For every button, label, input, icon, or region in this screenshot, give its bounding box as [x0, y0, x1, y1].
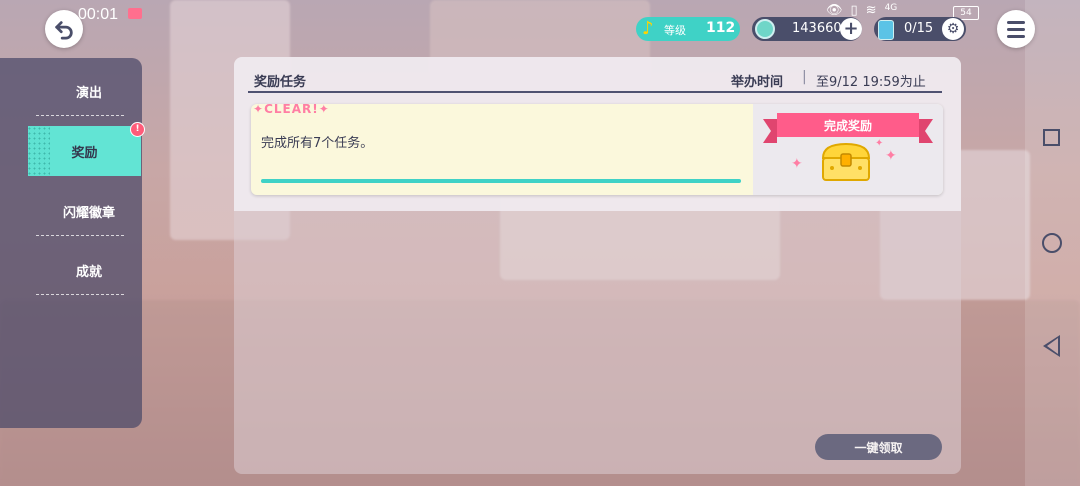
- music-note-icon: ♪: [642, 18, 654, 39]
- main-panel: 奖励任务 举办时间 | 至9/12 19:59为止 ✦CLEAR!✦ 完成所有7…: [234, 57, 961, 474]
- system-back-icon[interactable]: [1043, 335, 1060, 357]
- period-label: 举办时间: [731, 75, 784, 90]
- treasure-chest-icon: [821, 142, 871, 181]
- sparkle-icon: ✦: [875, 138, 884, 149]
- eye-icon: 👁: [826, 3, 843, 18]
- sidebar-item-shine-badge[interactable]: 闪耀徽章: [36, 186, 142, 236]
- period-value: 至9/12 19:59为止: [816, 75, 926, 90]
- settings-gear-icon[interactable]: ⚙: [942, 18, 964, 40]
- title-underline: [248, 91, 942, 93]
- menu-line: [1007, 34, 1025, 38]
- progress-bar: [261, 179, 741, 183]
- sidebar-item-label: 闪耀徽章: [62, 205, 115, 221]
- energy-icon: [878, 20, 894, 40]
- status-time: 00:01: [78, 6, 119, 23]
- sidebar-item-label: 成就: [75, 264, 102, 280]
- sparkle-icon: ✦: [791, 156, 803, 172]
- gem-icon: [755, 19, 775, 39]
- energy-value: 0/15: [904, 21, 934, 36]
- sidebar-item-label: 演出: [75, 85, 102, 101]
- recent-apps-icon[interactable]: [1043, 129, 1060, 146]
- currency-display: 143660 +: [752, 17, 862, 41]
- reward-area: 完成奖励 ✦ ✦ ✦: [753, 104, 943, 195]
- sidebar-item-achievements[interactable]: 成就: [36, 245, 142, 295]
- alert-badge: !: [130, 122, 145, 137]
- currency-value: 143660: [792, 21, 842, 36]
- sparkle-icon: ✦: [318, 104, 330, 116]
- sparkle-icon: ✦: [885, 148, 897, 164]
- sidebar-item-performance[interactable]: 演出: [36, 66, 142, 116]
- wifi-icon: ≋: [865, 3, 877, 18]
- panel-title: 奖励任务: [254, 75, 307, 90]
- claim-all-button[interactable]: 一键领取: [815, 434, 942, 460]
- clear-label: ✦CLEAR!✦: [253, 104, 330, 116]
- clear-text: CLEAR!: [264, 104, 319, 116]
- sidebar-item-rewards[interactable]: 奖励 !: [28, 122, 145, 176]
- menu-line: [1007, 27, 1025, 31]
- level-label: 等级: [664, 24, 686, 37]
- sidebar-item-label: 奖励: [71, 145, 98, 161]
- progress-fill: [261, 179, 741, 183]
- menu-line: [1007, 20, 1025, 24]
- divider: |: [802, 69, 807, 85]
- level-value: 112: [706, 20, 736, 36]
- home-icon[interactable]: [1042, 233, 1062, 253]
- back-arrow-icon: [55, 21, 73, 40]
- level-display: ♪ 等级 112: [636, 17, 740, 41]
- mission-card[interactable]: ✦CLEAR!✦ 完成所有7个任务。 完成奖励 ✦ ✦ ✦: [251, 104, 943, 195]
- reward-ribbon: 完成奖励: [763, 113, 933, 143]
- notification-icon: [128, 8, 142, 19]
- add-currency-button[interactable]: +: [840, 18, 862, 40]
- mission-description: 完成所有7个任务。: [261, 136, 374, 151]
- signal-label: 4G: [884, 3, 898, 13]
- vibrate-icon: ▯: [850, 3, 858, 18]
- energy-display: 0/15 ⚙: [874, 17, 966, 41]
- sparkle-icon: ✦: [253, 104, 265, 116]
